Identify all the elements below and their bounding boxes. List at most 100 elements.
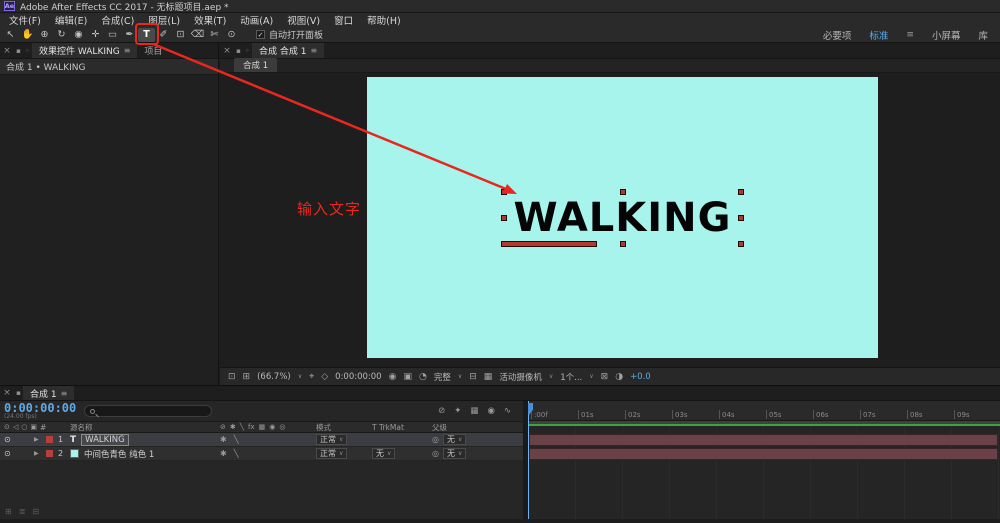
time-ruler[interactable]: :00f 01s 02s 03s 04s 05s 06s 07s 08s 09s	[528, 401, 1000, 421]
workspace-essentials[interactable]: 必要项	[823, 28, 852, 42]
camera-select[interactable]: 活动摄像机	[499, 371, 542, 383]
snapshot-icon[interactable]: ◉	[389, 372, 397, 382]
column-parent[interactable]: 父级	[432, 422, 523, 433]
viewer-tab-comp1[interactable]: 合成 1	[234, 58, 278, 72]
preview-timecode[interactable]: 0:00:00:00	[335, 372, 381, 382]
column-mode[interactable]: 模式	[316, 422, 372, 433]
close-icon[interactable]: ×	[0, 386, 14, 400]
chevron-down-icon[interactable]: ∨	[549, 373, 553, 380]
parent-select[interactable]: 无 ∨	[442, 448, 467, 459]
camera-tool[interactable]: ◉	[70, 28, 87, 42]
eye-icon[interactable]: ⊙	[4, 449, 11, 458]
exposure-value[interactable]: +0.0	[630, 372, 651, 382]
show-snapshot-icon[interactable]: ▣	[403, 372, 412, 382]
lock-icon[interactable]: ◦	[23, 43, 32, 58]
auto-open-panels-checkbox[interactable]: ✓	[256, 30, 265, 39]
mini-flowchart-icon[interactable]: ⊠	[601, 372, 609, 382]
eye-icon[interactable]: ⊙	[4, 435, 11, 444]
eraser-tool[interactable]: ⌫	[189, 28, 206, 42]
panel-menu-icon[interactable]: ≡	[124, 46, 131, 55]
layer-name[interactable]: 中间色青色 纯色 1	[84, 448, 154, 460]
layer-bar-2[interactable]	[529, 448, 998, 460]
mode-select[interactable]: 正常 ∨	[316, 448, 348, 459]
close-icon[interactable]: ×	[220, 43, 234, 58]
tab-effect-controls[interactable]: 效果控件 WALKING ≡	[32, 43, 138, 58]
region-of-interest-icon[interactable]: ⊟	[469, 372, 477, 382]
layer-row-1[interactable]: ⊙ ▶ 1 T WALKING ✱ ╲ 正常 ∨ ◎ 无 ∨	[0, 433, 523, 447]
menu-window[interactable]: 窗口	[327, 13, 360, 27]
resolution-select[interactable]: 完整	[434, 371, 451, 383]
collapse-icon[interactable]: ✱	[220, 435, 227, 444]
close-icon[interactable]: ×	[0, 43, 14, 58]
chevron-down-icon[interactable]: ∨	[298, 373, 302, 380]
track-lanes[interactable]	[528, 426, 1000, 519]
workspace-menu-icon[interactable]: ≡	[906, 30, 914, 40]
mode-select[interactable]: 正常 ∨	[316, 434, 348, 445]
timeline-track-area[interactable]: :00f 01s 02s 03s 04s 05s 06s 07s 08s 09s	[528, 401, 1000, 519]
text-layer-walking[interactable]: WALKING	[500, 188, 745, 247]
orbit-camera-tool[interactable]: ↻	[53, 28, 70, 42]
selection-handle-nw[interactable]	[500, 188, 507, 195]
selection-tool[interactable]: ↖	[2, 28, 19, 42]
hand-tool[interactable]: ✋	[19, 28, 36, 42]
tab-composition[interactable]: 合成 合成 1 ≡	[252, 43, 325, 58]
puppet-pin-tool[interactable]: ⊙	[223, 28, 240, 42]
roto-brush-tool[interactable]: ✄	[206, 28, 223, 42]
workspace-small-screen[interactable]: 小屏幕	[932, 28, 961, 42]
expander-icon[interactable]: ▶	[34, 436, 46, 443]
monitor-icon[interactable]: ⊡	[228, 372, 236, 382]
selection-handle-ne[interactable]	[738, 188, 745, 195]
expand-time-controls-icon[interactable]: ⊟	[32, 507, 39, 516]
grid-guides-icon[interactable]: ⊞	[243, 372, 251, 382]
workspace-libraries[interactable]: 库	[978, 28, 988, 42]
expand-transfer-controls-icon[interactable]: ≣	[19, 507, 26, 516]
quality-icon[interactable]: ╲	[234, 435, 239, 444]
label-color-chip[interactable]	[46, 450, 53, 457]
selection-handle-w[interactable]	[500, 214, 507, 221]
shape-tool[interactable]: ▭	[104, 28, 121, 42]
magnification-value[interactable]: (66.7%)	[257, 372, 291, 382]
column-trkmat[interactable]: T TrkMat	[372, 423, 432, 432]
tab-timeline-comp1[interactable]: 合成 1 ≡	[23, 386, 75, 400]
collapse-icon[interactable]: ✱	[220, 449, 227, 458]
menu-help[interactable]: 帮助(H)	[360, 13, 408, 27]
motion-blur-icon[interactable]: ◉	[487, 406, 494, 416]
tab-project[interactable]: 项目	[137, 43, 169, 58]
playhead-line[interactable]	[528, 401, 529, 519]
workspace-standard[interactable]: 标准	[869, 28, 888, 42]
column-source-name[interactable]: 源名称	[70, 422, 220, 433]
composition-canvas[interactable]: WALKING	[367, 77, 878, 358]
selection-handle-sw[interactable]	[500, 240, 597, 247]
selection-handle-n[interactable]	[619, 188, 626, 195]
pen-tool[interactable]: ✒	[121, 28, 138, 42]
label-color-chip[interactable]	[46, 436, 53, 443]
hide-shy-layers-icon[interactable]: ⊘	[438, 406, 445, 416]
chevron-down-icon[interactable]: ∨	[458, 373, 462, 380]
view-layout-select[interactable]: 1个...	[560, 371, 582, 383]
layer-row-2[interactable]: ⊙ ▶ 2 中间色青色 纯色 1 ✱ ╲ 正常 ∨ 无 ∨ ◎ 无 ∨	[0, 447, 523, 461]
layer-bar-1[interactable]	[529, 434, 998, 446]
menu-file[interactable]: 文件(F)	[2, 13, 48, 27]
composition-viewer[interactable]: WALKING	[220, 73, 1000, 367]
pickwhip-icon[interactable]: ◎	[432, 435, 439, 444]
menu-composition[interactable]: 合成(C)	[94, 13, 141, 27]
pickwhip-icon[interactable]: ◎	[432, 449, 439, 458]
lock-icon[interactable]: ◦	[243, 43, 252, 58]
trkmat-select[interactable]: 无 ∨	[372, 448, 396, 459]
mask-visibility-icon[interactable]: ◇	[321, 372, 328, 382]
adjust-exposure-icon[interactable]: ◑	[615, 372, 623, 382]
parent-select[interactable]: 无 ∨	[442, 434, 467, 445]
draft-3d-icon[interactable]: ✦	[454, 406, 461, 416]
quality-icon[interactable]: ╲	[234, 449, 239, 458]
clone-stamp-tool[interactable]: ⊡	[172, 28, 189, 42]
brush-tool[interactable]: ✐	[155, 28, 172, 42]
selection-handle-se[interactable]	[738, 240, 745, 247]
menu-animation[interactable]: 动画(A)	[233, 13, 280, 27]
panel-menu-icon[interactable]: ≡	[61, 389, 68, 398]
transparency-grid-icon[interactable]: ▦	[484, 372, 493, 382]
menu-edit[interactable]: 编辑(E)	[48, 13, 94, 27]
graph-editor-icon[interactable]: ∿	[504, 406, 511, 416]
ruler-icon[interactable]: ⌖	[309, 372, 314, 382]
pan-behind-tool[interactable]: ✛	[87, 28, 104, 42]
channels-icon[interactable]: ◔	[419, 372, 427, 382]
